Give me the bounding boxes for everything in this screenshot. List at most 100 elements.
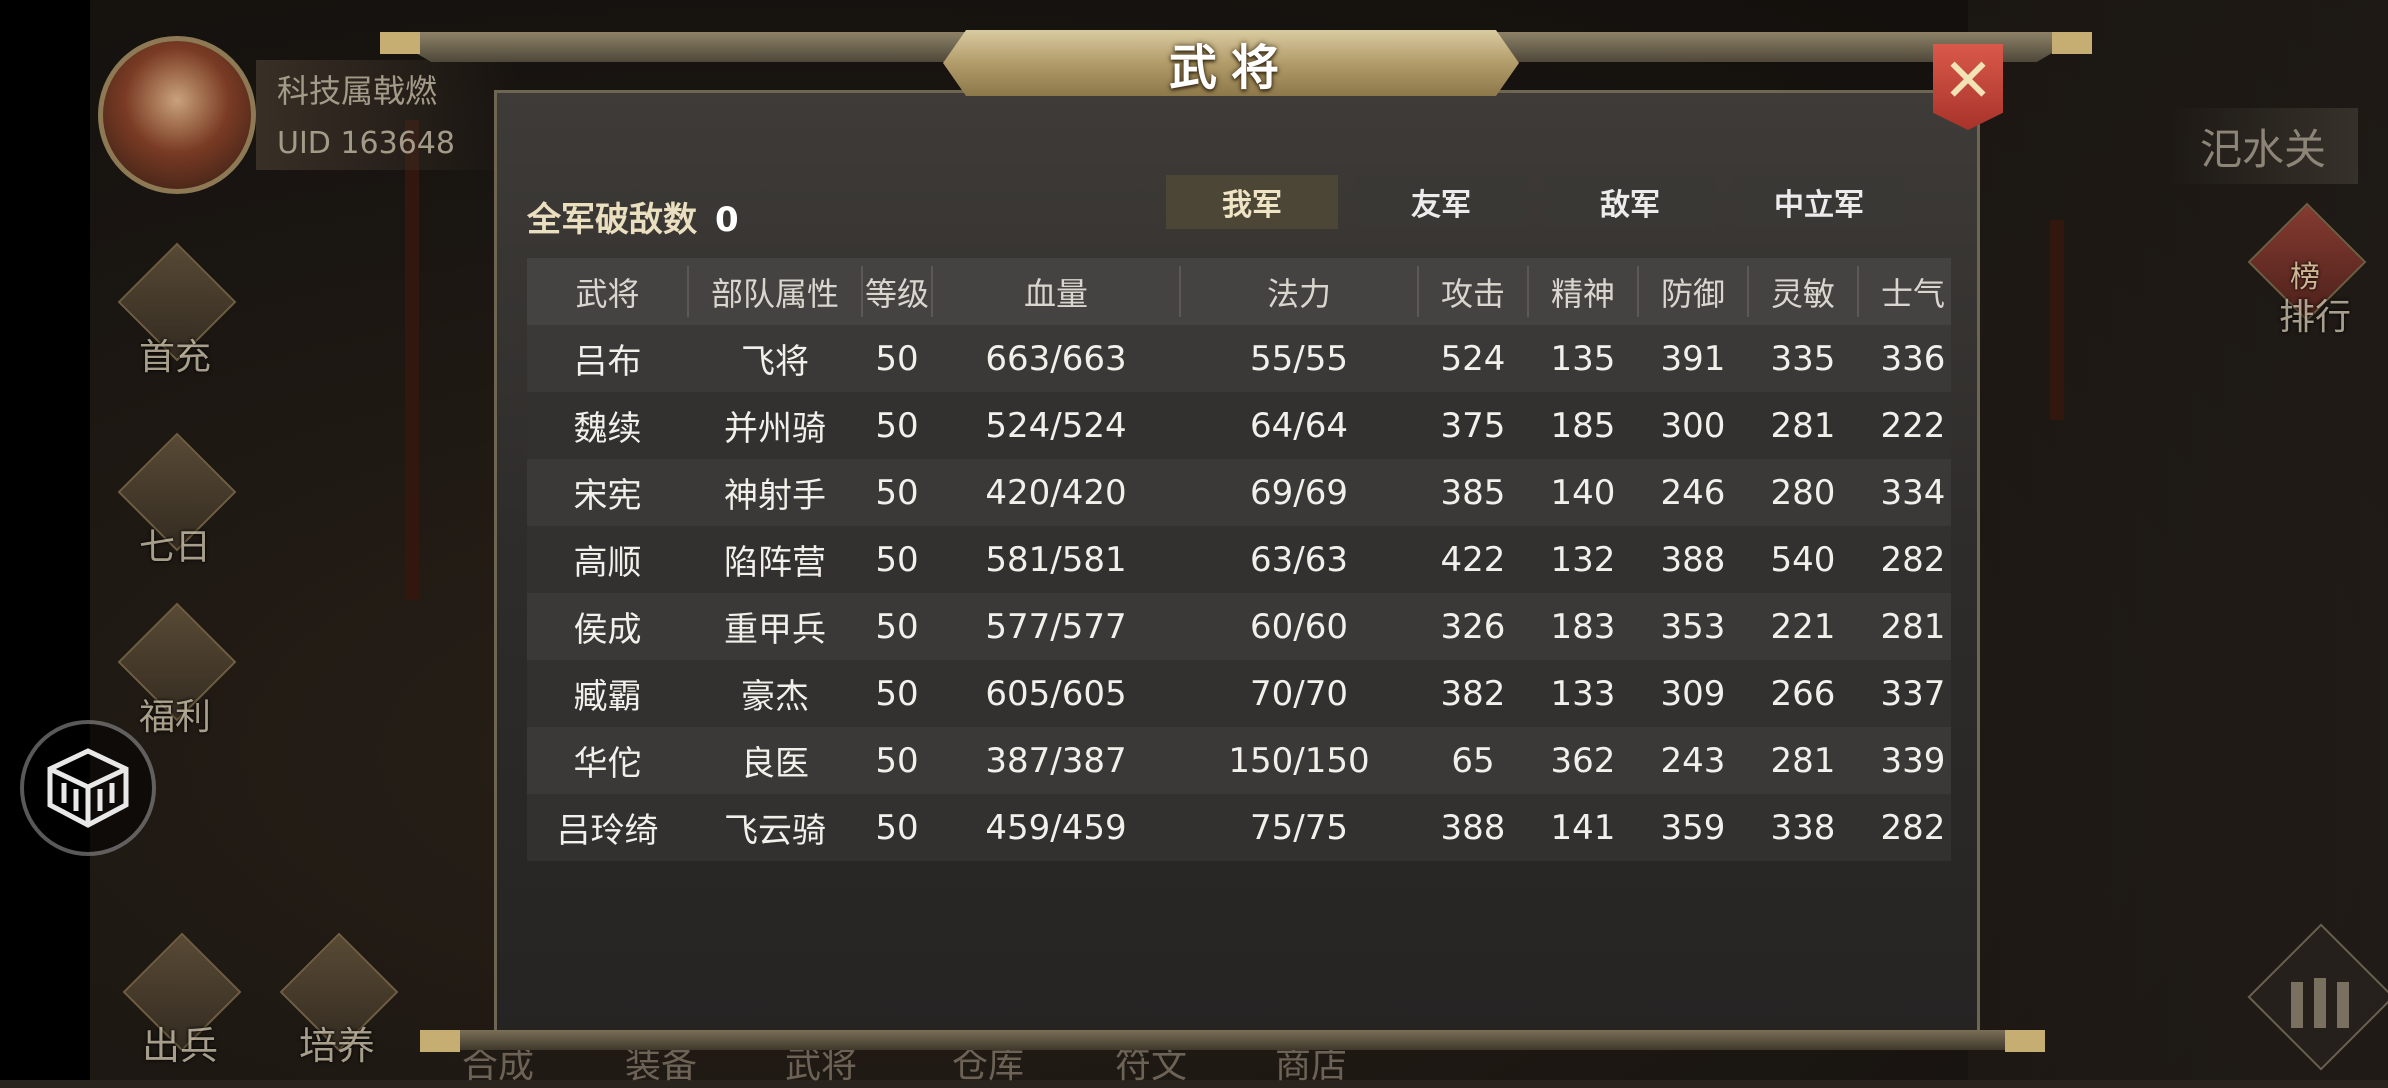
table-row[interactable]: 宋宪 神射手 50 420/420 69/69 385 140 246 280 334: [527, 459, 1951, 526]
cell-defense: 246: [1660, 472, 1726, 513]
ranking-button[interactable]: 榜 排行: [2240, 202, 2370, 340]
close-button[interactable]: ✕: [1933, 44, 2003, 130]
player-uid: UID 163648: [277, 126, 455, 161]
frame-ornament: [2052, 32, 2092, 54]
cell-defense: 300: [1660, 405, 1726, 446]
kill-count-label: 全军破敌数: [527, 200, 697, 240]
generals-table: 武将 部队属性 等级 血量 法力 攻击 精神 防御 灵敏 士气 吕布 飞将 50 663/663 55/5…: [527, 258, 1951, 861]
column-header-spirit: 精神: [1550, 274, 1615, 313]
seven-day-button[interactable]: 七日: [110, 432, 240, 570]
cell-spirit: 133: [1550, 673, 1616, 714]
cell-hp: 605/605: [985, 673, 1127, 714]
cell-agility: 281: [1770, 405, 1836, 446]
cell-mp: 63/63: [1250, 539, 1348, 580]
cell-attack: 385: [1440, 472, 1506, 513]
cell-morale: 282: [1880, 807, 1946, 848]
cell-hp: 577/577: [985, 606, 1127, 647]
cell-agility: 266: [1770, 673, 1836, 714]
cell-agility: 338: [1770, 807, 1836, 848]
table-row[interactable]: 吕布 飞将 50 663/663 55/55 524 135 391 335 336: [527, 325, 1951, 392]
cell-spirit: 132: [1550, 539, 1616, 580]
cell-level: 50: [875, 673, 919, 714]
cell-level: 50: [875, 807, 919, 848]
cell-defense: 309: [1660, 673, 1726, 714]
cell-general-name: 高顺: [573, 543, 642, 583]
cell-hp: 524/524: [985, 405, 1127, 446]
cell-attack: 65: [1451, 740, 1495, 781]
tab-allied-army[interactable]: 友军: [1355, 175, 1527, 229]
cell-morale: 339: [1880, 740, 1946, 781]
cell-level: 50: [875, 539, 919, 580]
cell-general-name: 华佗: [573, 744, 642, 784]
column-header-hp: 血量: [1023, 274, 1088, 313]
tab-our-army[interactable]: 我军: [1166, 175, 1338, 229]
cell-spirit: 141: [1550, 807, 1616, 848]
cell-attack: 422: [1440, 539, 1506, 580]
column-header-troop-type: 部队属性: [710, 274, 839, 313]
cell-mp: 70/70: [1250, 673, 1348, 714]
table-row[interactable]: 臧霸 豪杰 50 605/605 70/70 382 133 309 266 337: [527, 660, 1951, 727]
cube-icon: [47, 748, 129, 828]
ranking-label: 排行: [2278, 297, 2351, 338]
cell-general-name: 魏续: [573, 409, 642, 449]
dispatch-label: 出兵: [141, 1024, 218, 1068]
cell-mp: 75/75: [1250, 807, 1348, 848]
cell-mp: 69/69: [1250, 472, 1348, 513]
column-header-mp: 法力: [1266, 274, 1331, 313]
cell-level: 50: [875, 338, 919, 379]
cell-spirit: 135: [1550, 338, 1616, 379]
player-avatar[interactable]: [98, 36, 256, 194]
frame-ornament: [420, 1030, 460, 1052]
column-header-level: 等级: [864, 274, 929, 313]
cell-troop-type: 神射手: [724, 476, 826, 516]
table-row[interactable]: 魏续 并州骑 50 524/524 64/64 375 185 300 281 222: [527, 392, 1951, 459]
column-divider: [1417, 266, 1419, 317]
cell-troop-type: 良医: [741, 744, 809, 784]
column-divider: [1857, 266, 1859, 317]
dispatch-button[interactable]: 出兵: [115, 932, 245, 1070]
cell-attack: 382: [1440, 673, 1506, 714]
cell-level: 50: [875, 606, 919, 647]
welfare-button[interactable]: 福利: [110, 602, 240, 740]
cell-general-name: 吕玲绮: [556, 811, 659, 851]
cell-spirit: 362: [1550, 740, 1616, 781]
table-row[interactable]: 高顺 陷阵营 50 581/581 63/63 422 132 388 540 282: [527, 526, 1951, 593]
first-recharge-button[interactable]: 首充: [110, 242, 240, 380]
column-divider: [861, 266, 863, 317]
dialog-frame-bottom: [420, 1030, 2040, 1050]
cell-defense: 391: [1660, 338, 1726, 379]
cell-spirit: 140: [1550, 472, 1616, 513]
cell-spirit: 185: [1550, 405, 1616, 446]
cell-hp: 420/420: [985, 472, 1127, 513]
tab-neutral-army[interactable]: 中立军: [1733, 175, 1905, 229]
table-row[interactable]: 侯成 重甲兵 50 577/577 60/60 326 183 353 221 281: [527, 593, 1951, 660]
cell-mp: 60/60: [1250, 606, 1348, 647]
cell-defense: 353: [1660, 606, 1726, 647]
dialog-title: 武将: [1168, 40, 1293, 96]
cell-mp: 64/64: [1250, 405, 1348, 446]
train-button[interactable]: 培养: [272, 932, 402, 1070]
cell-general-name: 吕布: [573, 342, 642, 382]
cell-troop-type: 并州骑: [724, 409, 826, 449]
cell-attack: 375: [1440, 405, 1506, 446]
cell-attack: 388: [1440, 807, 1506, 848]
column-divider: [1527, 266, 1529, 317]
cell-mp: 150/150: [1228, 740, 1370, 781]
screen-edge: [0, 0, 90, 1080]
column-divider: [687, 266, 689, 317]
cell-defense: 359: [1660, 807, 1726, 848]
cell-level: 50: [875, 472, 919, 513]
floating-menu-button[interactable]: [20, 720, 156, 856]
cell-defense: 243: [1660, 740, 1726, 781]
column-divider: [1747, 266, 1749, 317]
cell-attack: 326: [1440, 606, 1506, 647]
train-label: 培养: [298, 1024, 375, 1068]
seven-day-label: 七日: [138, 527, 211, 568]
table-row[interactable]: 华佗 良医 50 387/387 150/150 65 362 243 281 339: [527, 727, 1951, 794]
tab-enemy-army[interactable]: 敌军: [1544, 175, 1716, 229]
table-row[interactable]: 吕玲绮 飞云骑 50 459/459 75/75 388 141 359 338 282: [527, 794, 1951, 861]
cell-mp: 55/55: [1250, 338, 1348, 379]
cell-level: 50: [875, 405, 919, 446]
frame-ornament: [2005, 1030, 2045, 1052]
cell-morale: 222: [1880, 405, 1946, 446]
